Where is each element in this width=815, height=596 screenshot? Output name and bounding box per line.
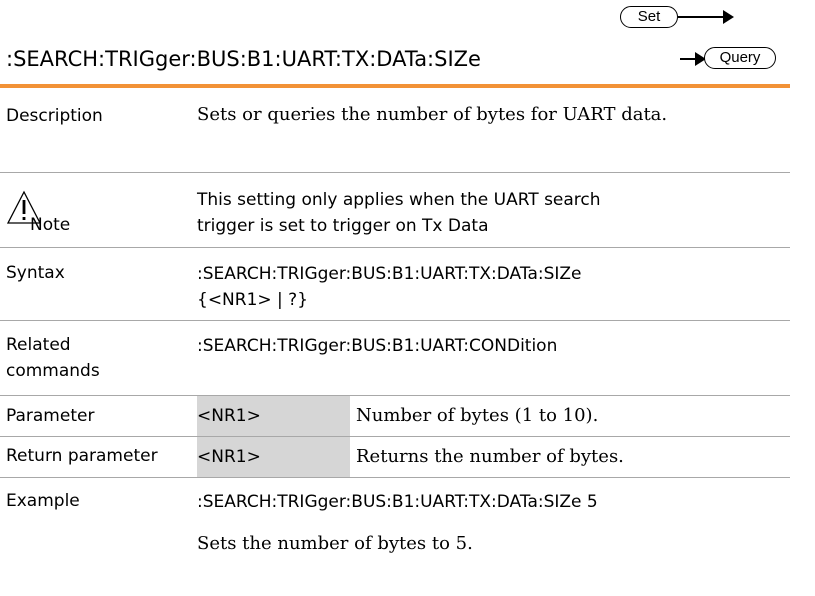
parameter-description: Number of bytes (1 to 10). — [356, 405, 599, 426]
return-parameter-label: Return parameter — [6, 446, 158, 466]
row-divider — [0, 395, 790, 396]
row-divider — [0, 477, 790, 478]
description-label: Description — [6, 106, 103, 126]
set-arrow-icon — [678, 10, 734, 24]
return-parameter-description: Returns the number of bytes. — [356, 446, 624, 467]
set-badge: Set — [620, 6, 678, 28]
query-arrow-icon — [680, 52, 706, 66]
query-badge: Query — [704, 47, 776, 69]
parameter-name: <NR1> — [197, 406, 261, 426]
description-text: Sets or queries the number of bytes for … — [197, 104, 668, 125]
return-parameter-name: <NR1> — [197, 447, 261, 467]
header-rule — [0, 84, 790, 88]
parameter-label: Parameter — [6, 406, 95, 426]
note-label: Note — [30, 215, 71, 235]
note-text: This setting only applies when the UART … — [197, 190, 601, 236]
command-title: :SEARCH:TRIGger:BUS:B1:UART:TX:DATa:SIZe — [6, 47, 481, 71]
syntax-label: Syntax — [6, 263, 65, 283]
example-label: Example — [6, 491, 80, 511]
related-label-line-1: Related — [6, 335, 71, 355]
example-description: Sets the number of bytes to 5. — [197, 533, 473, 554]
row-divider — [0, 320, 790, 321]
row-divider — [0, 172, 790, 173]
row-divider — [0, 436, 790, 437]
row-divider — [0, 247, 790, 248]
syntax-line-1: :SEARCH:TRIGger:BUS:B1:UART:TX:DATa:SIZe — [197, 264, 582, 284]
example-command: :SEARCH:TRIGger:BUS:B1:UART:TX:DATa:SIZe… — [197, 492, 598, 512]
related-label-line-2: commands — [6, 361, 100, 381]
syntax-line-2: {<NR1> | ?} — [197, 290, 309, 310]
related-command: :SEARCH:TRIGger:BUS:B1:UART:CONDition — [197, 336, 558, 356]
